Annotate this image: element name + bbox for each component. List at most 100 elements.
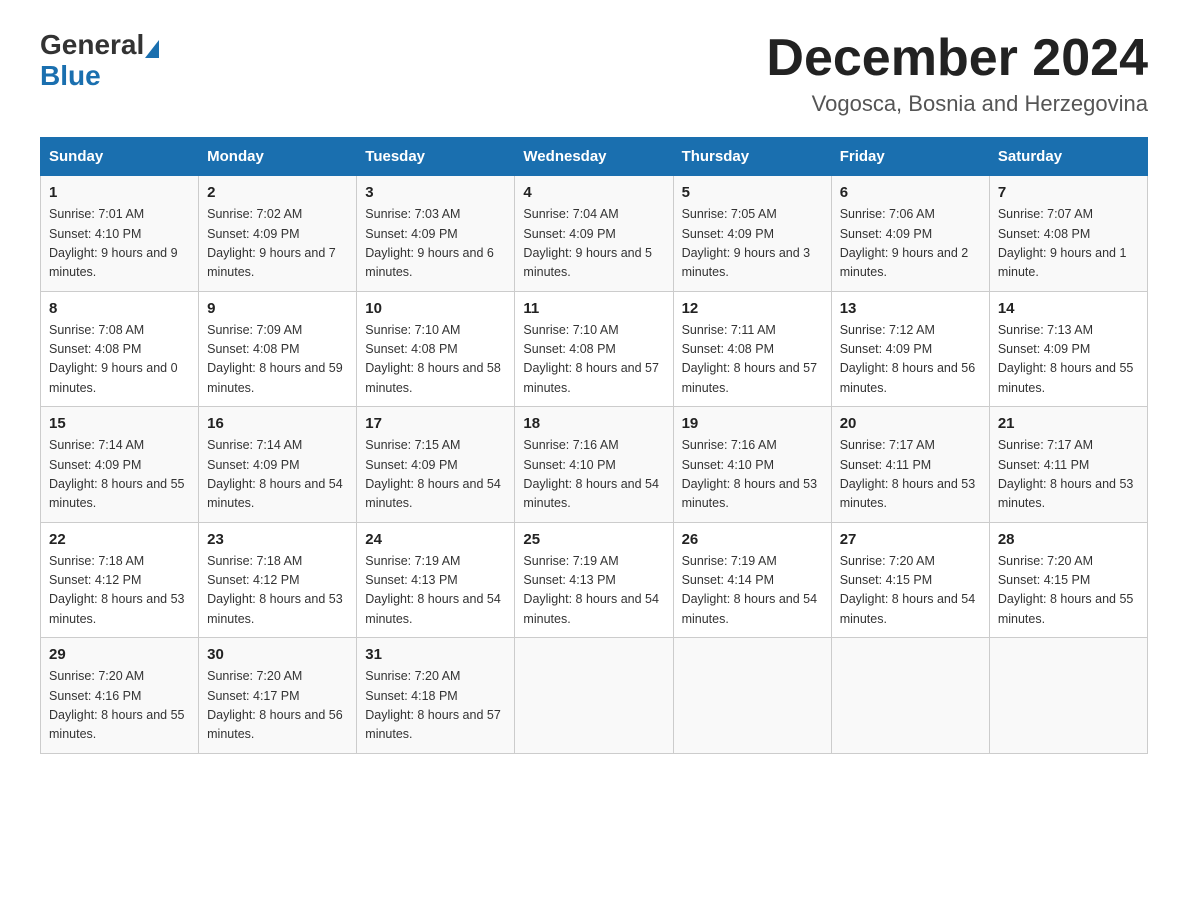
column-header-saturday: Saturday xyxy=(989,138,1147,176)
day-info: Sunrise: 7:10 AM Sunset: 4:08 PM Dayligh… xyxy=(523,321,664,399)
day-info: Sunrise: 7:20 AM Sunset: 4:15 PM Dayligh… xyxy=(998,552,1139,630)
calendar-header: SundayMondayTuesdayWednesdayThursdayFrid… xyxy=(41,138,1148,176)
day-number: 24 xyxy=(365,531,506,548)
calendar-cell: 10 Sunrise: 7:10 AM Sunset: 4:08 PM Dayl… xyxy=(357,291,515,407)
day-info: Sunrise: 7:02 AM Sunset: 4:09 PM Dayligh… xyxy=(207,205,348,283)
day-info: Sunrise: 7:20 AM Sunset: 4:18 PM Dayligh… xyxy=(365,667,506,745)
calendar-cell: 31 Sunrise: 7:20 AM Sunset: 4:18 PM Dayl… xyxy=(357,638,515,754)
day-info: Sunrise: 7:16 AM Sunset: 4:10 PM Dayligh… xyxy=(523,436,664,514)
day-number: 22 xyxy=(49,531,190,548)
day-number: 17 xyxy=(365,415,506,432)
day-info: Sunrise: 7:19 AM Sunset: 4:13 PM Dayligh… xyxy=(365,552,506,630)
day-number: 25 xyxy=(523,531,664,548)
day-info: Sunrise: 7:07 AM Sunset: 4:08 PM Dayligh… xyxy=(998,205,1139,283)
calendar-cell: 6 Sunrise: 7:06 AM Sunset: 4:09 PM Dayli… xyxy=(831,176,989,292)
week-row-1: 1 Sunrise: 7:01 AM Sunset: 4:10 PM Dayli… xyxy=(41,176,1148,292)
month-title: December 2024 xyxy=(766,30,1148,87)
calendar-cell: 14 Sunrise: 7:13 AM Sunset: 4:09 PM Dayl… xyxy=(989,291,1147,407)
column-header-thursday: Thursday xyxy=(673,138,831,176)
day-number: 20 xyxy=(840,415,981,432)
calendar-cell: 17 Sunrise: 7:15 AM Sunset: 4:09 PM Dayl… xyxy=(357,407,515,523)
day-number: 7 xyxy=(998,184,1139,201)
day-number: 13 xyxy=(840,300,981,317)
calendar-body: 1 Sunrise: 7:01 AM Sunset: 4:10 PM Dayli… xyxy=(41,176,1148,754)
day-info: Sunrise: 7:10 AM Sunset: 4:08 PM Dayligh… xyxy=(365,321,506,399)
calendar-cell: 1 Sunrise: 7:01 AM Sunset: 4:10 PM Dayli… xyxy=(41,176,199,292)
column-header-friday: Friday xyxy=(831,138,989,176)
day-info: Sunrise: 7:08 AM Sunset: 4:08 PM Dayligh… xyxy=(49,321,190,399)
calendar-cell: 13 Sunrise: 7:12 AM Sunset: 4:09 PM Dayl… xyxy=(831,291,989,407)
calendar-cell: 28 Sunrise: 7:20 AM Sunset: 4:15 PM Dayl… xyxy=(989,522,1147,638)
page-header: General Blue December 2024 Vogosca, Bosn… xyxy=(40,30,1148,117)
calendar-cell: 20 Sunrise: 7:17 AM Sunset: 4:11 PM Dayl… xyxy=(831,407,989,523)
day-number: 27 xyxy=(840,531,981,548)
day-number: 3 xyxy=(365,184,506,201)
day-info: Sunrise: 7:18 AM Sunset: 4:12 PM Dayligh… xyxy=(207,552,348,630)
calendar-cell: 24 Sunrise: 7:19 AM Sunset: 4:13 PM Dayl… xyxy=(357,522,515,638)
day-number: 23 xyxy=(207,531,348,548)
day-info: Sunrise: 7:14 AM Sunset: 4:09 PM Dayligh… xyxy=(49,436,190,514)
calendar-cell: 26 Sunrise: 7:19 AM Sunset: 4:14 PM Dayl… xyxy=(673,522,831,638)
day-info: Sunrise: 7:20 AM Sunset: 4:16 PM Dayligh… xyxy=(49,667,190,745)
day-number: 5 xyxy=(682,184,823,201)
calendar-cell: 27 Sunrise: 7:20 AM Sunset: 4:15 PM Dayl… xyxy=(831,522,989,638)
day-info: Sunrise: 7:17 AM Sunset: 4:11 PM Dayligh… xyxy=(840,436,981,514)
day-number: 21 xyxy=(998,415,1139,432)
day-info: Sunrise: 7:18 AM Sunset: 4:12 PM Dayligh… xyxy=(49,552,190,630)
day-info: Sunrise: 7:03 AM Sunset: 4:09 PM Dayligh… xyxy=(365,205,506,283)
title-block: December 2024 Vogosca, Bosnia and Herzeg… xyxy=(766,30,1148,117)
column-header-sunday: Sunday xyxy=(41,138,199,176)
calendar-cell: 12 Sunrise: 7:11 AM Sunset: 4:08 PM Dayl… xyxy=(673,291,831,407)
day-number: 28 xyxy=(998,531,1139,548)
day-number: 18 xyxy=(523,415,664,432)
day-number: 11 xyxy=(523,300,664,317)
day-number: 4 xyxy=(523,184,664,201)
day-info: Sunrise: 7:12 AM Sunset: 4:09 PM Dayligh… xyxy=(840,321,981,399)
day-number: 2 xyxy=(207,184,348,201)
day-info: Sunrise: 7:05 AM Sunset: 4:09 PM Dayligh… xyxy=(682,205,823,283)
calendar-cell: 16 Sunrise: 7:14 AM Sunset: 4:09 PM Dayl… xyxy=(199,407,357,523)
day-number: 30 xyxy=(207,646,348,663)
calendar-cell: 18 Sunrise: 7:16 AM Sunset: 4:10 PM Dayl… xyxy=(515,407,673,523)
day-info: Sunrise: 7:15 AM Sunset: 4:09 PM Dayligh… xyxy=(365,436,506,514)
calendar-cell: 25 Sunrise: 7:19 AM Sunset: 4:13 PM Dayl… xyxy=(515,522,673,638)
calendar-cell: 29 Sunrise: 7:20 AM Sunset: 4:16 PM Dayl… xyxy=(41,638,199,754)
day-number: 15 xyxy=(49,415,190,432)
day-number: 1 xyxy=(49,184,190,201)
logo: General Blue xyxy=(40,30,159,92)
day-number: 6 xyxy=(840,184,981,201)
calendar-cell: 22 Sunrise: 7:18 AM Sunset: 4:12 PM Dayl… xyxy=(41,522,199,638)
calendar-cell xyxy=(515,638,673,754)
calendar-cell: 19 Sunrise: 7:16 AM Sunset: 4:10 PM Dayl… xyxy=(673,407,831,523)
day-number: 9 xyxy=(207,300,348,317)
column-header-monday: Monday xyxy=(199,138,357,176)
day-info: Sunrise: 7:16 AM Sunset: 4:10 PM Dayligh… xyxy=(682,436,823,514)
day-number: 19 xyxy=(682,415,823,432)
day-info: Sunrise: 7:20 AM Sunset: 4:15 PM Dayligh… xyxy=(840,552,981,630)
calendar-cell: 7 Sunrise: 7:07 AM Sunset: 4:08 PM Dayli… xyxy=(989,176,1147,292)
logo-blue-text: Blue xyxy=(40,60,101,91)
calendar-cell: 2 Sunrise: 7:02 AM Sunset: 4:09 PM Dayli… xyxy=(199,176,357,292)
calendar-cell: 21 Sunrise: 7:17 AM Sunset: 4:11 PM Dayl… xyxy=(989,407,1147,523)
day-info: Sunrise: 7:11 AM Sunset: 4:08 PM Dayligh… xyxy=(682,321,823,399)
day-number: 12 xyxy=(682,300,823,317)
logo-flag-icon xyxy=(145,40,159,58)
calendar-cell: 11 Sunrise: 7:10 AM Sunset: 4:08 PM Dayl… xyxy=(515,291,673,407)
day-info: Sunrise: 7:04 AM Sunset: 4:09 PM Dayligh… xyxy=(523,205,664,283)
day-number: 29 xyxy=(49,646,190,663)
calendar-cell xyxy=(673,638,831,754)
day-info: Sunrise: 7:01 AM Sunset: 4:10 PM Dayligh… xyxy=(49,205,190,283)
calendar-cell: 23 Sunrise: 7:18 AM Sunset: 4:12 PM Dayl… xyxy=(199,522,357,638)
day-number: 10 xyxy=(365,300,506,317)
day-info: Sunrise: 7:14 AM Sunset: 4:09 PM Dayligh… xyxy=(207,436,348,514)
day-number: 26 xyxy=(682,531,823,548)
calendar-cell xyxy=(831,638,989,754)
calendar-cell: 3 Sunrise: 7:03 AM Sunset: 4:09 PM Dayli… xyxy=(357,176,515,292)
calendar-cell: 8 Sunrise: 7:08 AM Sunset: 4:08 PM Dayli… xyxy=(41,291,199,407)
day-number: 14 xyxy=(998,300,1139,317)
calendar-cell: 4 Sunrise: 7:04 AM Sunset: 4:09 PM Dayli… xyxy=(515,176,673,292)
calendar-cell xyxy=(989,638,1147,754)
column-header-wednesday: Wednesday xyxy=(515,138,673,176)
location-subtitle: Vogosca, Bosnia and Herzegovina xyxy=(766,91,1148,117)
calendar-cell: 9 Sunrise: 7:09 AM Sunset: 4:08 PM Dayli… xyxy=(199,291,357,407)
